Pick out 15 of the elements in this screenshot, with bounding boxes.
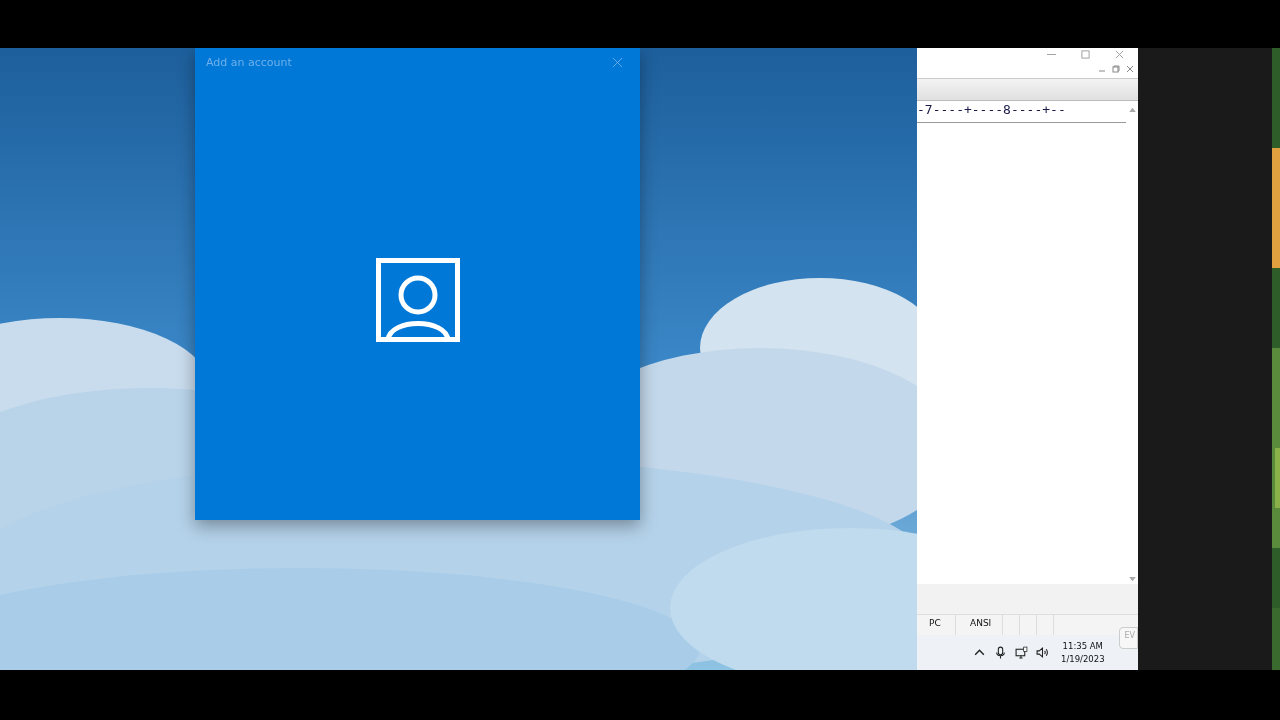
restore-icon[interactable] xyxy=(1112,65,1120,73)
maximize-icon[interactable] xyxy=(1081,49,1090,59)
scroll-up-icon[interactable] xyxy=(1128,107,1136,112)
close-icon[interactable] xyxy=(1126,65,1134,73)
user-icon xyxy=(375,258,460,342)
microphone-icon[interactable] xyxy=(994,646,1007,659)
notification-popup: EV xyxy=(1119,627,1138,649)
monitor-icon[interactable] xyxy=(1015,646,1028,659)
speaker-icon[interactable] xyxy=(1036,646,1049,659)
clock[interactable]: 11:35 AM 1/19/2023 xyxy=(1061,639,1105,666)
dialog-title: Add an account xyxy=(206,55,292,69)
close-icon[interactable] xyxy=(613,57,622,67)
close-icon[interactable] xyxy=(1115,49,1124,59)
scroll-down-icon[interactable] xyxy=(1128,577,1136,582)
ruler: -7----+----8----+-- xyxy=(917,101,1126,123)
